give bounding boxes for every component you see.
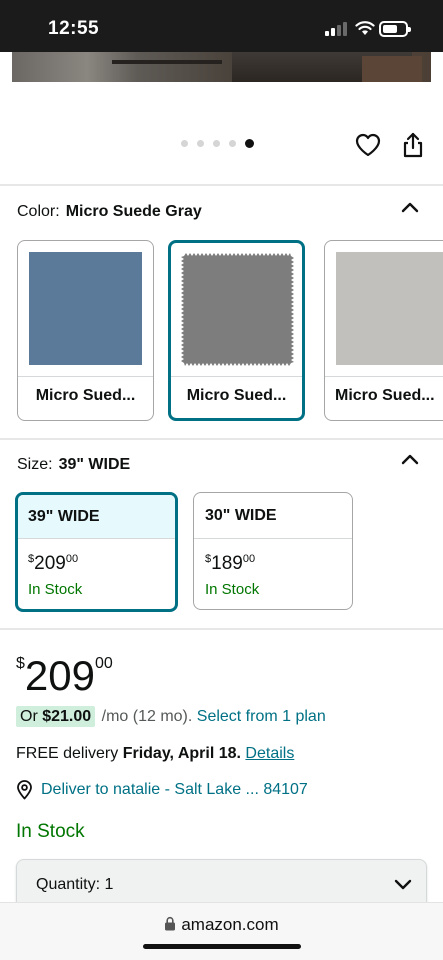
product-price: $20900 [16, 652, 113, 699]
wifi-icon [355, 21, 375, 35]
lock-icon [165, 916, 176, 931]
color-option-label: Micro Sued... [186, 387, 287, 404]
size-option-price: $18900 [205, 553, 256, 574]
delivery-info: FREE delivery Friday, April 18. Details [16, 745, 295, 762]
select-plan-link[interactable]: Select from 1 plan [197, 708, 326, 725]
size-option-price: $20900 [28, 553, 79, 574]
quantity-value: 1 [104, 876, 114, 893]
carousel-dot[interactable] [197, 140, 204, 147]
divider [0, 184, 443, 186]
size-option-stock: In Stock [28, 581, 83, 598]
installment-offer: Or $21.00 /mo (12 mo). Select from 1 pla… [16, 706, 326, 727]
image-carousel-dots[interactable] [181, 139, 254, 150]
status-time: 12:55 [48, 18, 100, 39]
delivery-details-link[interactable]: Details [245, 745, 294, 762]
color-option-label: Micro Sued... [35, 387, 136, 404]
installment-term: /mo (12 mo). [101, 708, 193, 725]
color-label: Color: Micro Suede Gray [17, 203, 202, 220]
availability-status: In Stock [16, 821, 85, 842]
size-option-stock: In Stock [205, 581, 260, 598]
location-pin-icon [17, 780, 32, 800]
home-indicator[interactable] [143, 944, 301, 949]
installment-badge: Or $21.00 [16, 706, 96, 727]
size-label: Size: 39" WIDE [17, 456, 131, 473]
color-swatch-image [29, 252, 142, 365]
status-bar: 12:55 [0, 0, 443, 52]
carousel-dot[interactable] [229, 140, 236, 147]
size-option-30-wide[interactable]: 30" WIDE $18900 In Stock [193, 492, 353, 610]
cellular-signal-icon [325, 22, 347, 36]
selected-color-value: Micro Suede Gray [65, 203, 202, 220]
size-option-39-wide[interactable]: 39" WIDE $20900 In Stock [15, 492, 178, 612]
browser-url-bar[interactable]: amazon.com [0, 902, 443, 960]
color-option-gray[interactable]: Micro Sued... [168, 240, 305, 421]
chevron-up-icon[interactable] [401, 201, 419, 213]
battery-icon [379, 21, 411, 37]
chevron-up-icon[interactable] [401, 453, 419, 465]
carousel-dot[interactable] [181, 140, 188, 147]
heart-icon[interactable] [354, 132, 382, 158]
delivery-date: Friday, April 18. [122, 745, 241, 762]
share-icon[interactable] [400, 131, 426, 159]
chevron-down-icon [394, 879, 412, 890]
divider [0, 628, 443, 630]
color-option-blue[interactable]: Micro Sued... [17, 240, 154, 421]
carousel-dot[interactable] [213, 140, 220, 147]
product-image[interactable] [12, 52, 431, 82]
size-option-name: 30" WIDE [205, 507, 277, 524]
size-option-name: 39" WIDE [18, 495, 175, 538]
color-swatch-image [336, 252, 443, 365]
color-option-label: Micro Sued... [335, 387, 435, 404]
color-swatch-image [181, 253, 294, 366]
url-text: amazon.com [181, 915, 279, 934]
color-option-light-gray[interactable]: Micro Sued... [324, 240, 443, 421]
divider [0, 438, 443, 440]
carousel-dot[interactable] [245, 139, 254, 148]
deliver-to-link[interactable]: Deliver to natalie - Salt Lake ... 84107 [16, 780, 308, 800]
selected-size-value: 39" WIDE [58, 456, 131, 473]
